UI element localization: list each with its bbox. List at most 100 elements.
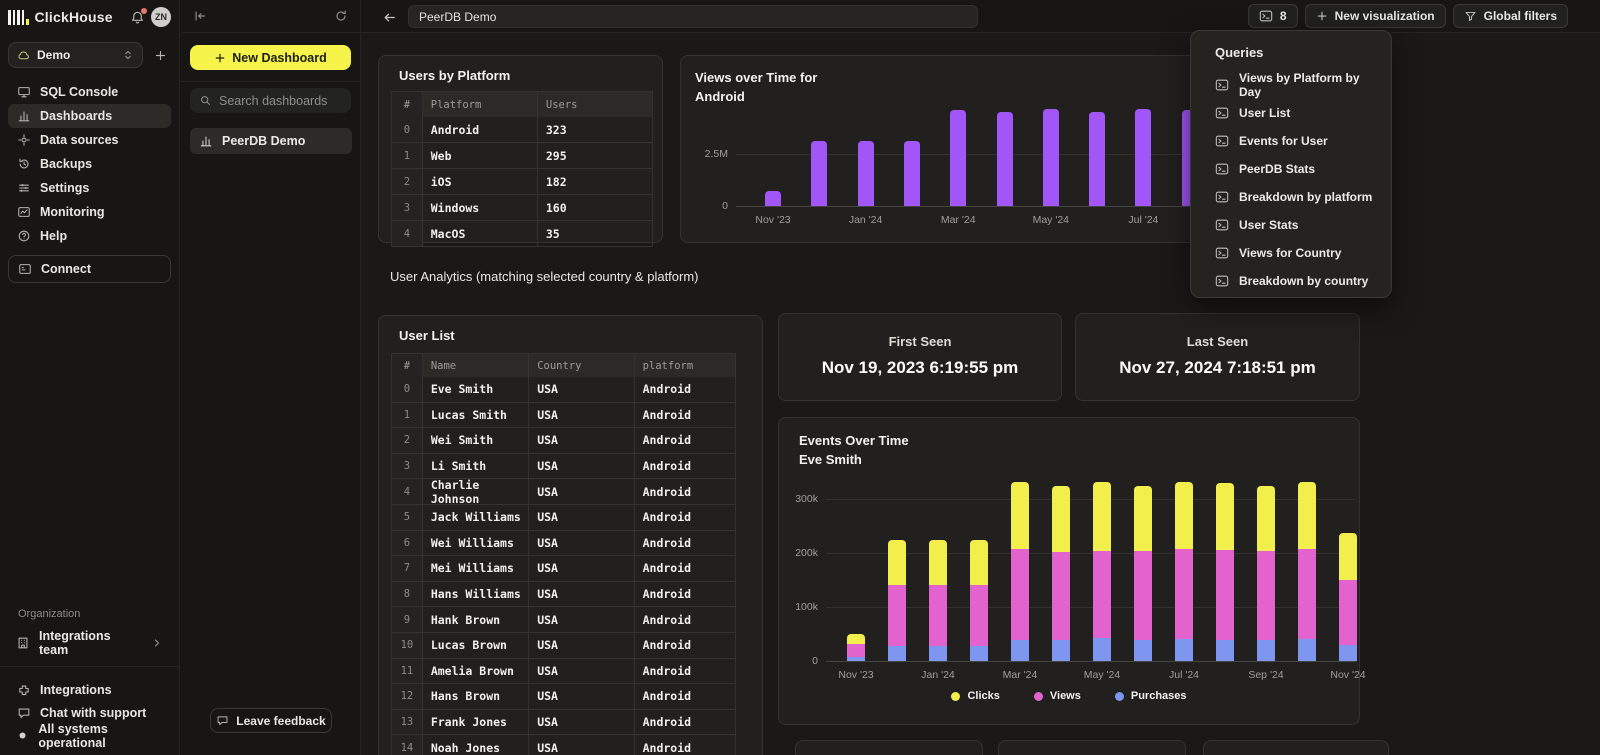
user-table-row[interactable]: 12 Hans Brown USA Android	[391, 684, 736, 710]
bar	[950, 110, 966, 206]
x-axis-tick: Mar '24	[988, 669, 1052, 681]
stacked-bar-segment	[929, 540, 947, 585]
user-table-row[interactable]: 5 Jack Williams USA Android	[391, 505, 736, 531]
x-axis-tick: Nov '23	[824, 669, 888, 681]
user-table-row[interactable]: 7 Mei Williams USA Android	[391, 556, 736, 582]
sidebar-footer-item[interactable]: Integrations	[8, 678, 171, 701]
sidebar-nav-item[interactable]: Help	[8, 224, 171, 248]
table-header: # Platform Users	[391, 91, 653, 117]
sidebar-nav-item[interactable]: Data sources	[8, 128, 171, 152]
user-table-row[interactable]: 13 Frank Jones USA Android	[391, 710, 736, 736]
search-input[interactable]	[219, 94, 342, 108]
query-menu-item[interactable]: Breakdown by country	[1215, 267, 1383, 295]
platform-table-row[interactable]: 2 iOS 182	[391, 169, 653, 195]
query-menu-item[interactable]: Breakdown by platform	[1215, 183, 1383, 211]
queries-popover-title: Queries	[1215, 45, 1263, 60]
panel-divider	[181, 81, 360, 82]
x-axis-tick: Mar '24	[926, 214, 990, 226]
views-chart-plot: 02.5MNov '23Jan '24Mar '24May '24Jul '24	[736, 104, 1236, 206]
leave-feedback-button[interactable]: Leave feedback	[210, 708, 332, 733]
add-service-button[interactable]	[149, 44, 171, 66]
user-table-row[interactable]: 8 Hans Williams USA Android	[391, 582, 736, 608]
queries-count-button[interactable]: 8	[1248, 4, 1298, 28]
stacked-bar-segment	[888, 585, 906, 646]
partial-card	[795, 740, 983, 755]
terminal-icon	[1215, 246, 1229, 260]
column-header: Users	[538, 92, 652, 117]
user-table-row[interactable]: 14 Noah Jones USA Android	[391, 735, 736, 755]
user-table-row[interactable]: 10 Lucas Brown USA Android	[391, 633, 736, 659]
legend-item[interactable]: Purchases	[1115, 690, 1187, 702]
platform-table-row[interactable]: 3 Windows 160	[391, 195, 653, 221]
connect-button[interactable]: Connect	[8, 255, 171, 283]
global-filters-button[interactable]: Global filters	[1453, 4, 1568, 28]
gridline	[826, 499, 1356, 500]
chevron-right-icon	[151, 637, 163, 649]
stacked-bar-segment	[1216, 483, 1234, 550]
platform-table-row[interactable]: 1 Web 295	[391, 143, 653, 169]
collapse-panel-icon[interactable]	[193, 9, 207, 23]
query-menu-item[interactable]: User Stats	[1215, 211, 1383, 239]
stacked-bar-segment	[1175, 549, 1193, 639]
back-arrow-icon[interactable]	[377, 5, 401, 29]
sidebar-nav-item[interactable]: Settings	[8, 176, 171, 200]
workspace-selector[interactable]: Demo	[8, 42, 143, 68]
stacked-bar-segment	[888, 540, 906, 585]
user-table-row[interactable]: 2 Wei Smith USA Android	[391, 428, 736, 454]
last-seen-value: Nov 27, 2024 7:18:51 pm	[1076, 358, 1359, 378]
dashboard-title-input[interactable]	[408, 5, 978, 28]
stacked-bar-segment	[929, 585, 947, 646]
building-icon	[16, 636, 30, 650]
users-by-platform-card: Users by Platform # Platform Users 0 And…	[378, 55, 663, 243]
user-table-row[interactable]: 4 Charlie Johnson USA Android	[391, 479, 736, 505]
x-axis-tick: Nov '23	[741, 214, 805, 226]
query-menu-item[interactable]: Events for User	[1215, 127, 1383, 155]
sidebar-nav-item[interactable]: SQL Console	[8, 80, 171, 104]
refresh-icon[interactable]	[334, 9, 348, 23]
user-table-row[interactable]: 1 Lucas Smith USA Android	[391, 403, 736, 429]
backups-icon	[16, 157, 31, 171]
y-axis-tick: 300k	[780, 493, 818, 505]
dashboard-list-item[interactable]: PeerDB Demo	[190, 128, 352, 154]
terminal-icon	[1215, 78, 1229, 92]
organization-team-item[interactable]: Integrations team	[8, 630, 171, 655]
sidebar: ClickHouse ZN Demo	[0, 0, 180, 755]
avatar[interactable]: ZN	[151, 7, 171, 27]
platform-table-row[interactable]: 4 MacOS 35	[391, 221, 653, 247]
chart-title: Events Over Time	[799, 431, 909, 450]
brand-name: ClickHouse	[35, 9, 113, 25]
platform-table-row[interactable]: 0 Android 323	[391, 117, 653, 143]
new-dashboard-button[interactable]: New Dashboard	[190, 45, 351, 70]
notifications-bell-icon[interactable]	[130, 10, 145, 25]
chat-icon	[16, 706, 31, 720]
query-menu-item[interactable]: User List	[1215, 99, 1383, 127]
stacked-bar-segment	[1011, 549, 1029, 640]
legend-item[interactable]: Views	[1034, 690, 1081, 702]
user-table-row[interactable]: 6 Wei Williams USA Android	[391, 531, 736, 557]
user-table-row[interactable]: 11 Amelia Brown USA Android	[391, 659, 736, 685]
dashboards-panel-header	[181, 0, 360, 33]
notification-dot	[141, 8, 147, 14]
query-menu-item[interactable]: Views by Platform by Day	[1215, 71, 1383, 99]
sidebar-footer: Integrations Chat with support All syste…	[8, 678, 171, 747]
user-table-row[interactable]: 9 Hank Brown USA Android	[391, 607, 736, 633]
user-table-row[interactable]: 0 Eve Smith USA Android	[391, 377, 736, 403]
stacked-bar-segment	[1298, 639, 1316, 661]
user-table-row[interactable]: 3 Li Smith USA Android	[391, 454, 736, 480]
settings-icon	[16, 181, 31, 195]
legend-item[interactable]: Clicks	[951, 690, 999, 702]
query-menu-item[interactable]: PeerDB Stats	[1215, 155, 1383, 183]
workspace-row: Demo	[8, 42, 171, 68]
stacked-bar-segment	[1052, 552, 1070, 640]
chart-legend: Clicks Views Purchases	[779, 690, 1359, 702]
sidebar-footer-item[interactable]: All systems operational	[8, 724, 171, 747]
sidebar-nav-item[interactable]: Dashboards	[8, 104, 171, 128]
gridline	[736, 206, 1236, 207]
new-visualization-button[interactable]: New visualization	[1305, 4, 1446, 28]
sidebar-nav-item[interactable]: Backups	[8, 152, 171, 176]
stacked-bar-segment	[1134, 640, 1152, 661]
sidebar-nav-item[interactable]: Monitoring	[8, 200, 171, 224]
stacked-bar-segment	[1216, 550, 1234, 640]
query-menu-item[interactable]: Views for Country	[1215, 239, 1383, 267]
organization-label: Organization	[18, 608, 80, 620]
